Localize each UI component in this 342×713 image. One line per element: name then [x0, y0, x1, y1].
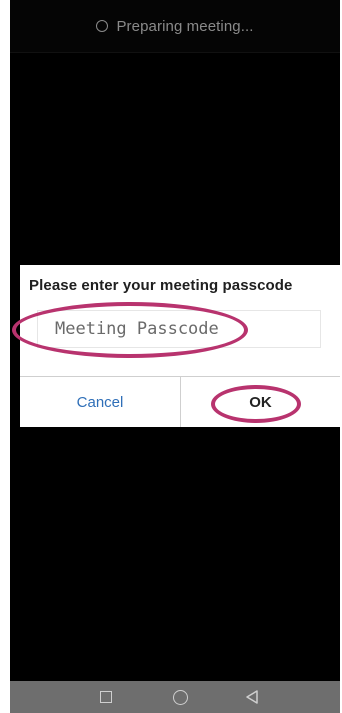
cancel-button[interactable]: Cancel — [20, 377, 180, 427]
passcode-dialog: Please enter your meeting passcode Cance… — [20, 265, 340, 427]
meeting-status-bar: Preparing meeting... — [10, 0, 340, 53]
status-text: Preparing meeting... — [116, 17, 254, 35]
dialog-title: Please enter your meeting passcode — [29, 277, 293, 294]
phone-frame: Preparing meeting... Please enter your m… — [0, 0, 342, 713]
system-nav-bar — [10, 681, 340, 713]
spinner-icon — [96, 20, 109, 32]
ok-button[interactable]: OK — [181, 377, 340, 427]
home-circle-icon[interactable] — [173, 690, 188, 705]
recents-square-icon[interactable] — [100, 691, 112, 703]
passcode-input[interactable] — [37, 310, 321, 348]
back-triangle-icon[interactable] — [244, 689, 260, 705]
